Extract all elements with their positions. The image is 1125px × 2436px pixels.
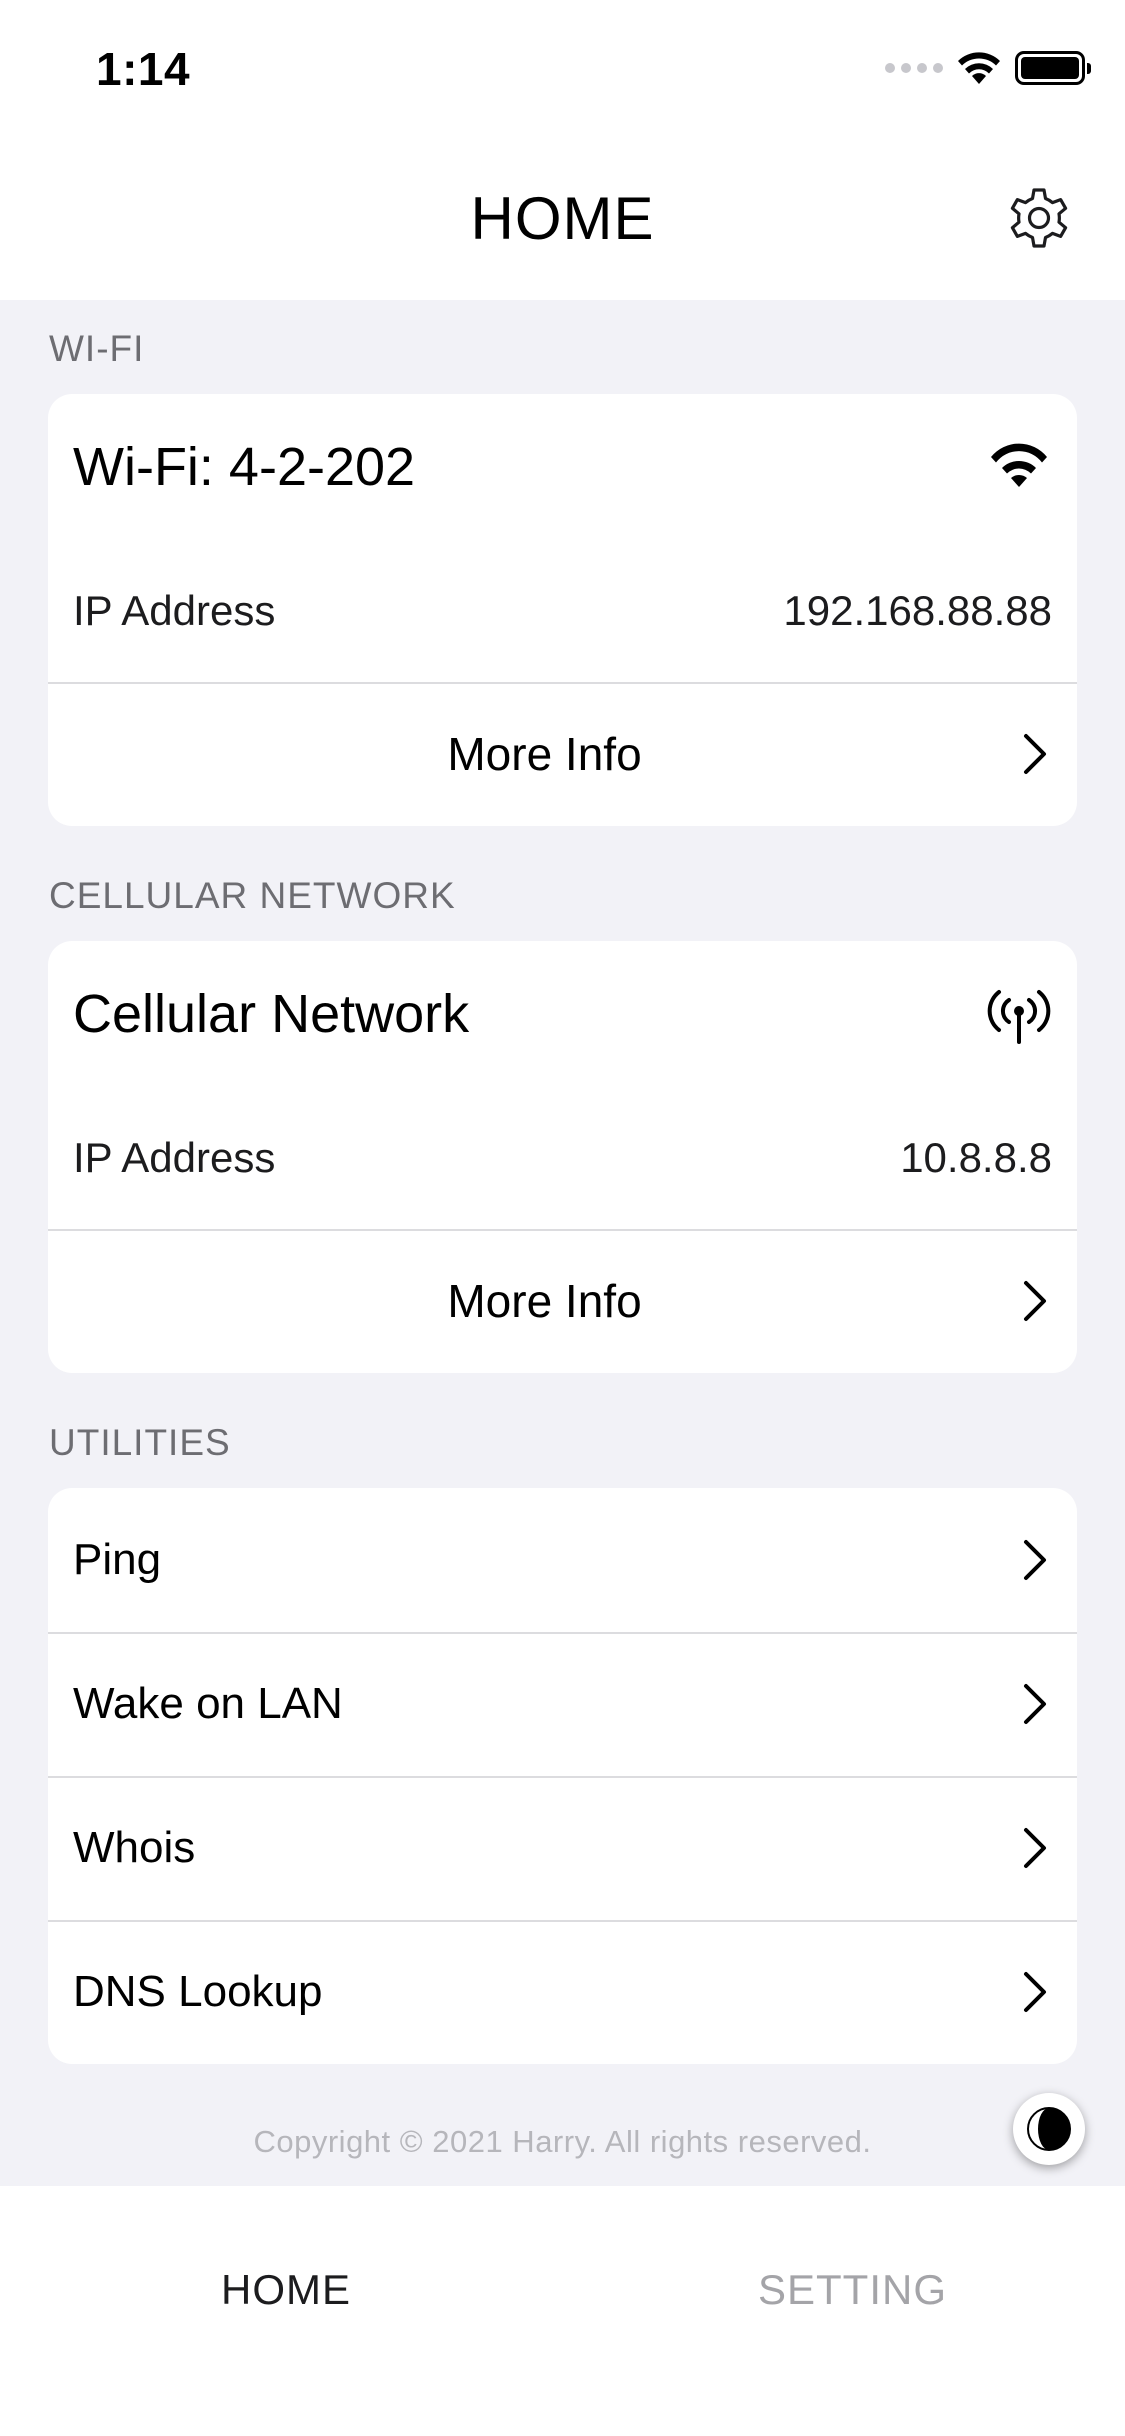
cellular-more-info-button[interactable]: More Info — [48, 1229, 1077, 1373]
wifi-name-row: Wi-Fi: 4-2-202 — [48, 394, 1077, 539]
wifi-name: Wi-Fi: 4-2-202 — [73, 436, 416, 497]
navigation-bar: HOME — [0, 140, 1125, 300]
wifi-card: Wi-Fi: 4-2-202 IP Address 192.168.88.88 … — [48, 394, 1077, 826]
utility-label: Wake on LAN — [73, 1679, 343, 1728]
cellular-name: Cellular Network — [73, 983, 470, 1044]
copyright-text: Copyright © 2021 Harry. All rights reser… — [253, 2124, 872, 2159]
wifi-ip-row: IP Address 192.168.88.88 — [48, 539, 1077, 682]
antenna-icon — [987, 989, 1051, 1044]
section-header-utilities: UTILITIES — [49, 1422, 231, 1463]
utility-label: Ping — [73, 1535, 162, 1584]
floating-toggle-button[interactable] — [1013, 2093, 1085, 2165]
chevron-right-icon — [1024, 1281, 1046, 1321]
tab-home[interactable]: HOME — [221, 2266, 351, 2314]
status-bar: 1:14 — [0, 0, 1125, 140]
contrast-icon — [1027, 2107, 1071, 2151]
cellular-signal-icon — [885, 63, 943, 73]
section-header-wifi: WI-FI — [49, 328, 145, 369]
utility-dns-lookup[interactable]: DNS Lookup — [48, 1920, 1077, 2064]
tab-setting[interactable]: SETTING — [758, 2266, 947, 2314]
cellular-ip-label: IP Address — [73, 1133, 276, 1181]
utility-label: DNS Lookup — [73, 1967, 323, 2016]
utility-whois[interactable]: Whois — [48, 1776, 1077, 1920]
wifi-more-info-label: More Info — [447, 728, 642, 780]
cellular-more-info-label: More Info — [447, 1275, 642, 1327]
status-time: 1:14 — [96, 43, 191, 95]
utilities-card: Ping Wake on LAN Whois DNS Lookup — [48, 1488, 1077, 2064]
wifi-ip-value: 192.168.88.88 — [783, 586, 1052, 634]
tab-bar: HOME SETTING — [0, 2186, 1125, 2436]
cellular-ip-row: IP Address 10.8.8.8 — [48, 1086, 1077, 1229]
cellular-ip-value: 10.8.8.8 — [900, 1133, 1052, 1181]
utility-wake-on-lan[interactable]: Wake on LAN — [48, 1632, 1077, 1776]
battery-icon — [1015, 51, 1091, 85]
cellular-name-row: Cellular Network — [48, 941, 1077, 1086]
chevron-right-icon — [1024, 734, 1046, 774]
cellular-card: Cellular Network IP Address 10.8.8.8 Mor… — [48, 941, 1077, 1373]
utility-label: Whois — [73, 1823, 196, 1872]
page-title: HOME — [470, 185, 655, 252]
wifi-icon — [991, 443, 1047, 487]
chevron-right-icon — [1024, 1540, 1046, 1580]
wifi-more-info-button[interactable]: More Info — [48, 682, 1077, 826]
chevron-right-icon — [1024, 1828, 1046, 1868]
chevron-right-icon — [1024, 1684, 1046, 1724]
wifi-ip-label: IP Address — [73, 586, 276, 634]
status-indicators — [885, 46, 1091, 90]
section-header-cellular: CELLULAR NETWORK — [49, 875, 456, 916]
utility-ping[interactable]: Ping — [48, 1488, 1077, 1632]
wifi-status-icon — [958, 52, 1000, 84]
gear-icon[interactable] — [1003, 182, 1075, 254]
chevron-right-icon — [1024, 1972, 1046, 2012]
